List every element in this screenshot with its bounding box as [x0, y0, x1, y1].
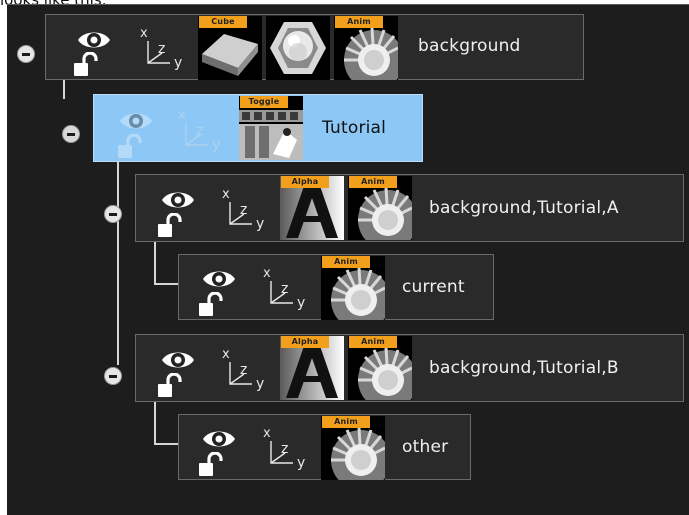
plugin-tab-label: Toggle — [240, 96, 288, 108]
plugin-tab-label: Anim — [335, 16, 383, 28]
eye-icon[interactable] — [201, 265, 237, 293]
node-label: background,Tutorial,A — [429, 198, 619, 218]
tree-node-background-tutorial-a[interactable]: Alpha Anim background,Tutorial,A — [135, 174, 684, 242]
material-plugin-thumbnail[interactable] — [266, 16, 330, 80]
xyz-axis-icon[interactable] — [257, 263, 309, 311]
xyz-axis-icon[interactable] — [216, 344, 268, 392]
eye-icon[interactable] — [160, 186, 196, 214]
unlocked-padlock-icon[interactable] — [197, 292, 227, 318]
anim-plugin-thumbnail[interactable]: Anim — [348, 336, 412, 400]
anim-plugin-thumbnail[interactable]: Anim — [321, 416, 385, 480]
tree-node-background-tutorial-b[interactable]: Alpha Anim background,Tutorial,B — [135, 334, 684, 402]
node-label: Tutorial — [322, 118, 387, 138]
xyz-axis-icon[interactable] — [216, 184, 268, 232]
anim-plugin-thumbnail[interactable]: Anim — [321, 256, 385, 320]
plugin-tab-label: Alpha — [281, 336, 329, 348]
node-label: background,Tutorial,B — [429, 358, 619, 378]
plugin-tab-label: Anim — [322, 256, 370, 268]
collapse-minus-icon[interactable] — [62, 125, 80, 143]
xyz-axis-icon[interactable] — [134, 23, 186, 71]
anim-plugin-thumbnail[interactable]: Anim — [348, 176, 412, 240]
sphere-material-icon — [266, 16, 330, 80]
node-label: current — [402, 277, 465, 297]
anim-plugin-thumbnail[interactable]: Anim — [334, 16, 398, 80]
eye-icon[interactable] — [76, 26, 112, 54]
xyz-axis-icon[interactable] — [257, 423, 309, 471]
xyz-axis-icon[interactable] — [172, 105, 224, 153]
toggle-plugin-thumbnail[interactable]: Toggle — [239, 96, 303, 160]
unlocked-padlock-icon[interactable] — [72, 52, 102, 78]
tree-node-other[interactable]: Anim other — [178, 414, 471, 480]
eye-icon[interactable] — [160, 346, 196, 374]
tree-node-background[interactable]: Cube Anim background — [45, 14, 584, 80]
unlocked-padlock-icon[interactable] — [156, 373, 186, 399]
scene-tree-panel: Cube Anim background Toggle Tutorial Alp… — [7, 4, 689, 515]
tree-node-tutorial[interactable]: Toggle Tutorial — [93, 94, 423, 162]
tree-node-current[interactable]: Anim current — [178, 254, 494, 320]
collapse-minus-icon[interactable] — [104, 205, 122, 223]
unlocked-padlock-icon[interactable] — [197, 452, 227, 478]
eye-icon[interactable] — [118, 107, 154, 135]
eye-icon[interactable] — [201, 425, 237, 453]
plugin-tab-label: Anim — [349, 176, 397, 188]
alpha-plugin-thumbnail[interactable]: Alpha — [280, 336, 344, 400]
plugin-tab-label: Cube — [199, 16, 247, 28]
unlocked-padlock-icon[interactable] — [116, 134, 146, 160]
node-label: other — [402, 437, 449, 457]
unlocked-padlock-icon[interactable] — [156, 213, 186, 239]
alpha-plugin-thumbnail[interactable]: Alpha — [280, 176, 344, 240]
collapse-minus-icon[interactable] — [17, 45, 35, 63]
tree-connector — [154, 283, 178, 285]
tree-connector — [117, 155, 119, 365]
collapse-minus-icon[interactable] — [104, 367, 122, 385]
node-label: background — [418, 36, 521, 56]
plugin-tab-label: Anim — [349, 336, 397, 348]
plugin-tab-label: Anim — [322, 416, 370, 428]
plugin-tab-label: Alpha — [281, 176, 329, 188]
cube-plugin-thumbnail[interactable]: Cube — [198, 16, 262, 80]
tree-connector — [154, 443, 178, 445]
